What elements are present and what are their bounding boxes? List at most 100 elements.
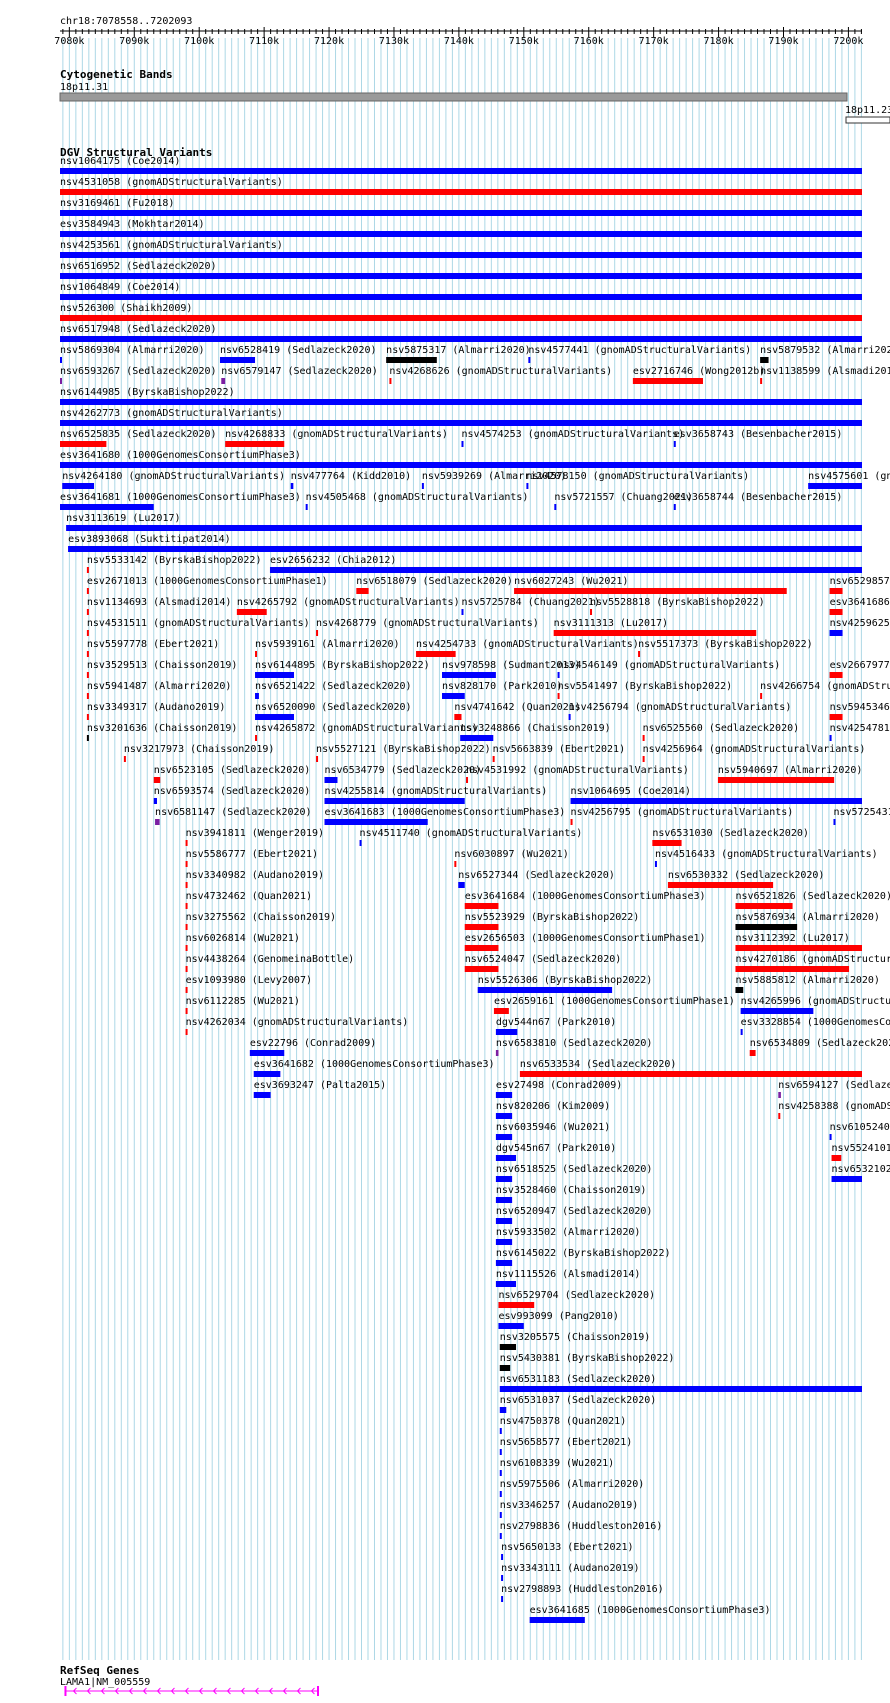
feature-bar[interactable] [62, 483, 95, 489]
feature-bar[interactable] [454, 714, 462, 720]
feature-bar[interactable] [829, 588, 843, 594]
dgv-feature[interactable]: esv3584943 (Mokhtar2014) [60, 219, 862, 237]
dgv-feature[interactable]: nsv4511740 (gnomADStructuralVariants) [359, 828, 583, 846]
dgv-feature[interactable]: nsv4265872 (gnomADStructuralVariants) [255, 723, 478, 741]
feature-bar[interactable] [386, 357, 437, 363]
cytoband-bar-right[interactable] [845, 116, 890, 124]
feature-bar[interactable] [60, 315, 862, 321]
feature-bar[interactable] [60, 504, 154, 510]
dgv-feature[interactable]: esv993099 (Pang2010) [498, 1311, 619, 1329]
dgv-feature[interactable]: nsv4268833 (gnomADStructuralVariants) [225, 429, 448, 447]
dgv-feature[interactable]: nsv5658577 (Ebert2021) [499, 1437, 632, 1455]
feature-bar[interactable] [760, 357, 769, 363]
feature-bar[interactable] [529, 1617, 585, 1623]
dgv-feature[interactable]: nsv3275562 (Chaisson2019) [185, 912, 337, 930]
feature-bar[interactable] [324, 798, 465, 804]
feature-bar[interactable] [253, 1092, 271, 1098]
feature-bar[interactable] [356, 588, 369, 594]
feature-bar[interactable] [829, 609, 843, 615]
dgv-feature[interactable]: nsv4546149 (gnomADStructuralVariants) [557, 660, 781, 678]
feature-bar[interactable] [324, 819, 428, 825]
dgv-feature[interactable]: nsv4578150 (gnomADStructuralVariants) [526, 471, 749, 489]
dgv-feature[interactable]: nsv1064695 (Coe2014) [570, 786, 862, 804]
feature-bar[interactable] [442, 693, 465, 699]
feature-bar[interactable] [667, 882, 774, 888]
feature-bar[interactable] [269, 567, 863, 573]
feature-bar[interactable] [255, 651, 258, 657]
dgv-feature[interactable]: nsv526300 (Shaikh2009) [60, 303, 862, 321]
dgv-feature[interactable]: nsv3201636 (Chaisson2019) [86, 723, 238, 741]
feature-bar[interactable] [60, 252, 862, 258]
feature-bar[interactable] [316, 630, 319, 636]
feature-bar[interactable] [717, 777, 835, 783]
feature-bar[interactable] [831, 1155, 842, 1161]
feature-bar[interactable] [735, 903, 793, 909]
feature-bar[interactable] [514, 588, 787, 594]
feature-bar[interactable] [499, 1407, 507, 1413]
feature-bar[interactable] [249, 1050, 285, 1056]
dgv-feature[interactable]: nsv6521826 (Sedlazeck2020) [735, 891, 890, 909]
dgv-feature[interactable]: nsv4268779 (gnomADStructuralVariants) [316, 618, 539, 636]
feature-bar[interactable] [460, 735, 494, 741]
feature-bar[interactable] [60, 441, 107, 447]
feature-bar[interactable] [60, 294, 862, 300]
feature-bar[interactable] [60, 210, 862, 216]
dgv-feature[interactable]: nsv4256964 (gnomADStructuralVariants) [642, 744, 866, 762]
dgv-feature[interactable]: esv3328854 (1000GenomesConsortiumPhase3) [740, 1017, 890, 1035]
ruler[interactable]: 7080k 7090k 7100k 7110k 7120k 7130k 7140k 7150k… [54, 27, 863, 47]
feature-bar[interactable] [461, 609, 464, 615]
feature-bar[interactable] [557, 672, 560, 678]
dgv-feature[interactable]: nsv5533142 (ByrskaBishop2022) [86, 555, 262, 573]
dgv-feature[interactable]: nsv1064175 (Coe2014) [60, 156, 862, 174]
dgv-feature[interactable]: nsv6516952 (Sedlazeck2020) [60, 261, 862, 279]
dgv-feature[interactable]: nsv3349317 (Audano2019) [86, 702, 225, 720]
feature-bar[interactable] [461, 441, 464, 447]
feature-bar[interactable] [442, 672, 496, 678]
feature-bar[interactable] [554, 504, 557, 510]
feature-bar[interactable] [499, 1449, 502, 1455]
dgv-feature[interactable]: nsv6145022 (ByrskaBishop2022) [495, 1248, 671, 1266]
feature-bar[interactable] [498, 1323, 524, 1329]
feature-bar[interactable] [185, 840, 188, 846]
dgv-feature[interactable]: nsv5526306 (ByrskaBishop2022) [477, 975, 653, 993]
dgv-feature[interactable]: esv3641685 (1000GenomesConsortiumPhase3) [529, 1605, 771, 1623]
dgv-feature[interactable]: nsv5945346 (Almarri2020) [829, 702, 890, 720]
feature-bar[interactable] [499, 1386, 862, 1392]
feature-bar[interactable] [495, 1050, 499, 1056]
dgv-feature[interactable]: nsv1064849 (Coe2014) [60, 282, 862, 300]
dgv-feature[interactable]: nsv5663839 (Ebert2021) [492, 744, 625, 762]
dgv-feature[interactable]: nsv6531030 (Sedlazeck2020) [652, 828, 809, 846]
feature-bar[interactable] [519, 1071, 862, 1077]
feature-bar[interactable] [495, 1218, 513, 1224]
dgv-feature[interactable]: esv3641681 (1000GenomesConsortiumPhase3) [60, 492, 301, 510]
feature-bar[interactable] [831, 1176, 862, 1182]
dgv-feature[interactable]: nsv4516433 (gnomADStructuralVariants) [654, 849, 878, 867]
feature-bar[interactable] [778, 1092, 781, 1098]
feature-bar[interactable] [86, 630, 89, 636]
feature-bar[interactable] [68, 546, 862, 552]
dgv-feature[interactable]: nsv4531992 (gnomADStructuralVariants) [466, 765, 689, 783]
dgv-feature[interactable]: nsv4268626 (gnomADStructuralVariants) [389, 366, 612, 384]
feature-bar[interactable] [808, 483, 862, 489]
feature-bar[interactable] [495, 1029, 518, 1035]
feature-bar[interactable] [86, 735, 89, 741]
dgv-feature[interactable]: nsv6520090 (Sedlazeck2020) [255, 702, 412, 720]
feature-bar[interactable] [225, 441, 285, 447]
feature-bar[interactable] [499, 1365, 511, 1371]
dgv-feature[interactable]: esv2656232 (Chia2012) [269, 555, 863, 573]
feature-bar[interactable] [735, 987, 744, 993]
feature-bar[interactable] [454, 861, 457, 867]
dgv-feature[interactable]: nsv6583810 (Sedlazeck2020) [495, 1038, 653, 1056]
feature-bar[interactable] [236, 609, 267, 615]
dgv-feature[interactable]: nsv4732462 (Quan2021) [185, 891, 312, 909]
dgv-feature[interactable]: nsv6529857 (Sedlazeck2020) [829, 576, 890, 594]
feature-bar[interactable] [66, 525, 863, 531]
dgv-feature[interactable]: nsv6581147 (Sedlazeck2020) [155, 807, 312, 825]
feature-bar[interactable] [464, 924, 499, 930]
feature-bar[interactable] [60, 462, 862, 468]
feature-bar[interactable] [495, 1092, 513, 1098]
feature-bar[interactable] [253, 1071, 281, 1077]
feature-bar[interactable] [185, 1008, 188, 1014]
feature-bar[interactable] [570, 798, 862, 804]
feature-bar[interactable] [829, 735, 832, 741]
